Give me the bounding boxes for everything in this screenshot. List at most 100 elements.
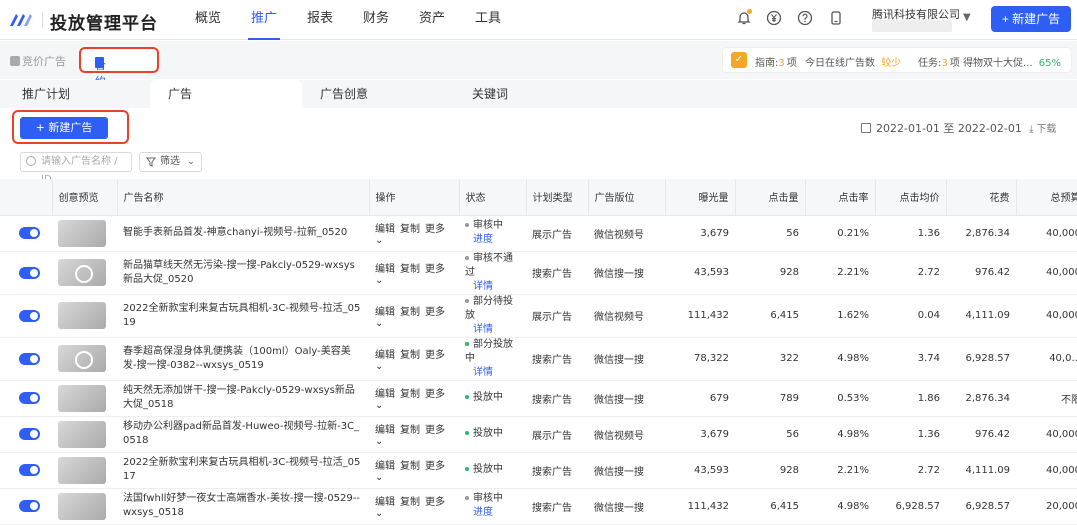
copy-link[interactable]: 复制 <box>400 497 420 508</box>
creative-thumbnail[interactable] <box>58 384 106 412</box>
content-tabs: 推广计划 广告 广告创意 关键词 <box>0 80 1077 108</box>
cost-cell: 4,111.09 <box>946 452 1016 489</box>
status-link[interactable]: 详情 <box>473 281 493 292</box>
enable-toggle[interactable] <box>19 309 40 322</box>
chevron-down-icon[interactable]: ▼ <box>963 12 971 23</box>
new-ad-button[interactable]: + 新建广告 <box>20 117 108 139</box>
help-icon[interactable] <box>796 10 814 28</box>
contract-ad-tab[interactable]: 合约广告 <box>79 47 159 120</box>
more-label: 更多 <box>425 461 445 472</box>
enable-toggle[interactable] <box>19 227 40 239</box>
ad-name[interactable]: 智能手表新品首发-神意chanyi-视频号-拉新_0520 <box>123 226 363 240</box>
creative-thumbnail[interactable] <box>58 302 106 329</box>
impressions-cell: 43,593 <box>665 251 735 295</box>
bid-ad-tab[interactable]: 竞价广告 <box>10 53 66 69</box>
search-icon <box>26 156 36 166</box>
filter-dropdown[interactable]: 筛选 ⌄ <box>139 152 202 172</box>
clicks-cell: 789 <box>735 380 805 417</box>
nav-promotion[interactable]: 推广 <box>246 0 282 40</box>
edit-link[interactable]: 编辑 <box>375 425 395 436</box>
ad-type-bar: 竞价广告 合约广告 ✓ 指南:3项 今日在线广告数 较少 任务:3项 得物双十大… <box>0 41 1077 120</box>
nav-reports[interactable]: 报表 <box>302 0 338 40</box>
status-link[interactable]: 详情 <box>473 367 493 378</box>
date-range-picker[interactable]: 2022-01-01 至 2022-02-01 <box>861 120 1022 136</box>
col-cpc[interactable]: 点击均价 <box>875 179 947 216</box>
nav-finance[interactable]: 财务 <box>358 0 394 40</box>
ad-name[interactable]: 春季超高保湿身体乳便携装（100ml）Oaly-美容美发-搜一搜-0382--w… <box>123 345 363 373</box>
enable-toggle[interactable] <box>19 392 40 404</box>
new-ad-top-button[interactable]: + 新建广告 <box>991 6 1071 32</box>
preview-cell <box>52 251 117 295</box>
copy-link[interactable]: 复制 <box>400 425 420 436</box>
col-ctr[interactable]: 点击率 <box>805 179 876 216</box>
ops-cell: 编辑 复制 更多 ⌄ <box>369 452 459 489</box>
tab-plans[interactable]: 推广计划 <box>22 80 142 108</box>
ad-name[interactable]: 2022全新款宝利来复古玩具相机-3C-视频号-拉活_0519 <box>123 302 363 330</box>
creative-thumbnail[interactable] <box>58 456 106 484</box>
nav-tools[interactable]: 工具 <box>470 0 506 40</box>
col-impressions[interactable]: 曝光量 <box>665 179 736 216</box>
enable-toggle[interactable] <box>19 352 40 365</box>
copy-link[interactable]: 复制 <box>400 461 420 472</box>
creative-thumbnail[interactable] <box>58 259 106 286</box>
creative-thumbnail[interactable] <box>58 420 106 448</box>
status-link[interactable]: 进度 <box>473 234 493 245</box>
status-dot <box>465 467 469 471</box>
status-text: 投放中 <box>473 392 503 403</box>
enable-toggle[interactable] <box>19 464 40 476</box>
col-clicks[interactable]: 点击量 <box>735 179 806 216</box>
col-cost[interactable]: 花费 <box>946 179 1017 216</box>
ad-name[interactable]: 纯天然无添加饼干-搜一搜-Pakcly-0529-wxsys新品大促_0518 <box>123 384 363 412</box>
edit-link[interactable]: 编辑 <box>375 350 395 361</box>
status-text: 审核中 <box>473 493 503 504</box>
edit-link[interactable]: 编辑 <box>375 461 395 472</box>
enable-toggle[interactable] <box>19 266 40 279</box>
download-button[interactable]: ⤓ 下载 <box>1029 120 1056 135</box>
shield-icon: ✓ <box>731 52 747 68</box>
edit-link[interactable]: 编辑 <box>375 224 395 235</box>
nav-overview[interactable]: 概览 <box>190 0 226 40</box>
task-progress[interactable]: 得物双十大促... 65% <box>963 54 1061 69</box>
status-text: 审核中 <box>473 220 503 231</box>
creative-thumbnail[interactable] <box>58 492 106 520</box>
copy-link[interactable]: 复制 <box>400 350 420 361</box>
impressions-cell: 111,432 <box>665 488 735 525</box>
tab-creatives[interactable]: 广告创意 <box>320 80 440 108</box>
ad-name[interactable]: 移动办公利器pad新品首发-Huweo-视频号-拉新-3C_0518 <box>123 420 363 448</box>
edit-link[interactable]: 编辑 <box>375 389 395 400</box>
clicks-cell: 928 <box>735 251 805 295</box>
ad-name[interactable]: 新品猫草线天然无污染-搜一搜-Pakcly-0529-wxsys新品大促_052… <box>123 259 363 287</box>
edit-link[interactable]: 编辑 <box>375 264 395 275</box>
ad-name[interactable]: 2022全新款宝利来复古玩具相机-3C-视频号-拉活_0517 <box>123 456 363 484</box>
tab-keywords[interactable]: 关键词 <box>472 80 592 108</box>
enable-toggle[interactable] <box>19 428 40 440</box>
status-link[interactable]: 进度 <box>473 507 493 518</box>
status-text: 部分待投放 <box>465 295 513 321</box>
status-cell: 部分投放中详情 <box>459 337 526 381</box>
search-input[interactable]: 请输入广告名称 / ID <box>20 152 132 185</box>
cpc-cell: 6,928.57 <box>875 488 946 525</box>
yuan-icon[interactable] <box>765 10 783 28</box>
copy-link[interactable]: 复制 <box>400 264 420 275</box>
ad-name[interactable]: 法国fwhll好梦一夜女士高端香水-美妆-搜一搜-0529--wxsys_051… <box>123 492 363 520</box>
online-label: 今日在线广告数 <box>805 58 875 69</box>
edit-link[interactable]: 编辑 <box>375 307 395 318</box>
copy-link[interactable]: 复制 <box>400 224 420 235</box>
copy-link[interactable]: 复制 <box>400 307 420 318</box>
creative-thumbnail[interactable] <box>58 345 106 372</box>
copy-link[interactable]: 复制 <box>400 389 420 400</box>
status-text: 部分投放中 <box>465 338 513 364</box>
tab-ads[interactable]: 广告 <box>150 80 302 108</box>
table-row: 新品猫草线天然无污染-搜一搜-Pakcly-0529-wxsys新品大促_052… <box>0 251 1077 295</box>
preview-cell <box>52 380 117 417</box>
mobile-icon[interactable] <box>827 10 845 28</box>
edit-link[interactable]: 编辑 <box>375 497 395 508</box>
status-link[interactable]: 详情 <box>473 324 493 335</box>
task-label: 任务: <box>918 58 942 69</box>
nav-assets[interactable]: 资产 <box>414 0 450 40</box>
creative-thumbnail[interactable] <box>58 219 106 247</box>
online-value: 较少 <box>881 58 902 69</box>
status-dot <box>465 298 469 303</box>
bid-ad-label: 竞价广告 <box>22 55 66 68</box>
ops-cell: 编辑 复制 更多 ⌄ <box>369 337 459 381</box>
